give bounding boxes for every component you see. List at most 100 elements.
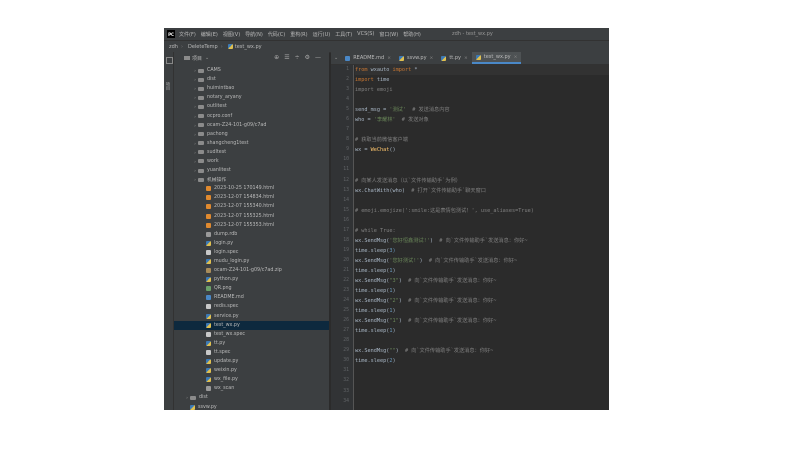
tree-item[interactable]: dump.rdb xyxy=(174,230,329,239)
code-line[interactable]: import time xyxy=(355,75,609,85)
code-line[interactable]: time.sleep(1) xyxy=(355,326,609,336)
menu-item-9[interactable]: 窗口(W) xyxy=(379,31,398,38)
hide-icon[interactable]: — xyxy=(315,54,321,61)
code-line[interactable]: # while True: xyxy=(355,226,609,236)
tree-item[interactable]: › yuanlitest xyxy=(174,166,329,175)
tree-item[interactable]: redis.spec xyxy=(174,302,329,311)
close-icon[interactable]: × xyxy=(464,56,468,61)
code-line[interactable]: from wxauto import * xyxy=(355,65,609,76)
tree-item[interactable]: › shangcheng1test xyxy=(174,139,329,148)
code-line[interactable]: time.sleep(3) xyxy=(355,246,609,256)
tree-item[interactable]: wx_file.py xyxy=(174,375,329,384)
code-line[interactable] xyxy=(355,366,609,376)
breadcrumb-folder[interactable]: DeleteTemp xyxy=(188,44,218,50)
code-line[interactable]: wx = WeChat() xyxy=(355,145,609,155)
tree-item[interactable]: test_wx.py xyxy=(174,320,329,330)
tree-item[interactable]: ocam-Z24-101-g09/c7ad.zip xyxy=(174,266,329,275)
chevron-down-icon[interactable]: ⌄ xyxy=(205,55,209,61)
tree-item[interactable]: › work xyxy=(174,157,329,166)
tree-item[interactable]: login.py xyxy=(174,239,329,248)
tree-item[interactable]: › sudltest xyxy=(174,148,329,157)
tree-item[interactable]: 2023-12-07 155325.html xyxy=(174,212,329,221)
tab-list-chevron-icon[interactable]: ⌄ xyxy=(334,55,338,61)
expand-icon[interactable]: ☰ xyxy=(284,54,289,61)
tree-item[interactable]: python.py xyxy=(174,275,329,284)
project-tool-icon[interactable] xyxy=(166,57,173,64)
breadcrumb-file[interactable]: test_wx.py xyxy=(227,43,262,50)
code-line[interactable] xyxy=(355,376,609,386)
project-tool-label[interactable]: 项目 xyxy=(165,82,171,90)
menu-item-6[interactable]: 运行(U) xyxy=(313,31,331,38)
tree-item[interactable]: tt.spec xyxy=(174,348,329,357)
code-line[interactable] xyxy=(355,336,609,346)
tree-item[interactable]: › dist xyxy=(174,393,329,402)
tree-item[interactable]: 2023-12-07 155353.html xyxy=(174,221,329,230)
collapse-icon[interactable]: ÷ xyxy=(295,54,300,61)
tree-item[interactable]: › pachong xyxy=(174,130,329,139)
tree-item[interactable]: QR.png xyxy=(174,284,329,293)
code-line[interactable]: wx.SendMsg("") # 向`文件传输助手`发送消息：你好~ xyxy=(355,346,609,356)
tree-item[interactable]: wx_scan xyxy=(174,384,329,393)
breadcrumb-project[interactable]: zdh xyxy=(169,44,178,50)
tree-item[interactable]: README.md xyxy=(174,293,329,302)
tree-item[interactable]: ssvw.py xyxy=(174,402,329,410)
code-line[interactable] xyxy=(355,125,609,135)
tree-item[interactable]: tt.py xyxy=(174,339,329,348)
code-line[interactable] xyxy=(355,216,609,226)
tree-item[interactable]: login.spec xyxy=(174,248,329,257)
tree-item[interactable]: weixin.py xyxy=(174,366,329,375)
code-line[interactable]: # emoji.emojize(':smile:这是表情包测试！', use_a… xyxy=(355,206,609,216)
menu-item-7[interactable]: 工具(T) xyxy=(335,31,352,38)
code-line[interactable] xyxy=(355,387,609,397)
code-line[interactable]: wx.SendMsg("2") # 向`文件传输助手`发送消息：你好~ xyxy=(355,296,609,306)
code-line[interactable] xyxy=(355,155,609,165)
code-line[interactable]: wx.ChatWith(who) # 打开`文件传输助手`聊天窗口 xyxy=(355,186,609,196)
tree-item[interactable]: › CAMS xyxy=(174,66,329,75)
tree-item[interactable]: 2023-12-07 155340.html xyxy=(174,202,329,211)
tree-item[interactable]: update.py xyxy=(174,357,329,366)
code-line[interactable]: # 向某人发送消息（以`文件传输助手`为例） xyxy=(355,176,609,186)
tab-tt-py[interactable]: tt.py × xyxy=(437,52,471,64)
menu-item-0[interactable]: 文件(F) xyxy=(179,31,196,38)
code-line[interactable]: time.sleep(1) xyxy=(355,286,609,296)
code-line[interactable] xyxy=(355,165,609,175)
tree-item[interactable]: › outlitest xyxy=(174,102,329,111)
close-icon[interactable]: × xyxy=(514,55,518,60)
code-line[interactable]: time.sleep(1) xyxy=(355,266,609,276)
close-icon[interactable]: × xyxy=(387,56,391,61)
code-line[interactable] xyxy=(355,95,609,105)
tab-test_wx-py[interactable]: test_wx.py × xyxy=(471,52,522,64)
menu-item-8[interactable]: VCS(S) xyxy=(357,31,374,38)
code-line[interactable]: who = '李耀林' # 发送对象 xyxy=(355,115,609,125)
gear-icon[interactable]: ⚙ xyxy=(305,54,310,61)
menu-item-4[interactable]: 代码(C) xyxy=(268,31,285,38)
menu-item-10[interactable]: 帮助(H) xyxy=(403,31,421,38)
menu-item-5[interactable]: 重构(R) xyxy=(290,31,307,38)
locate-icon[interactable]: ⊕ xyxy=(274,54,279,61)
menu-item-2[interactable]: 视图(V) xyxy=(223,31,240,38)
code-line[interactable]: # 获取当前微信客户端 xyxy=(355,135,609,145)
close-icon[interactable]: × xyxy=(430,56,434,61)
tree-item[interactable]: service.py xyxy=(174,312,329,321)
tree-item[interactable]: 2023-12-07 154834.html xyxy=(174,193,329,202)
tree-item[interactable]: › dist xyxy=(174,75,329,84)
code-line[interactable]: time.sleep(1) xyxy=(355,306,609,316)
menu-item-1[interactable]: 编辑(E) xyxy=(201,31,218,38)
tree-item[interactable]: mudu_login.py xyxy=(174,257,329,266)
code-line[interactable]: time.sleep(2) xyxy=(355,356,609,366)
code-line[interactable] xyxy=(355,397,609,407)
tree-item[interactable]: › huimintbao xyxy=(174,84,329,93)
tree-item[interactable]: › 机械操作 xyxy=(174,175,329,184)
tree-item[interactable]: › notary_aryany xyxy=(174,93,329,102)
code-line[interactable]: send_msg = '测试' # 发送消息内容 xyxy=(355,105,609,115)
code-line[interactable]: wx.SendMsg('您好恒鑫测试!') # 向`文件传输助手`发送消息：你好… xyxy=(355,236,609,246)
tab-ssvw-py[interactable]: ssvw.py × xyxy=(395,52,437,64)
tree-item[interactable]: test_wx.spec xyxy=(174,330,329,339)
tree-item[interactable]: › ocam-Z24-101-g09/c7ad xyxy=(174,121,329,130)
tree-item[interactable]: › ocpro.conf xyxy=(174,111,329,120)
tab-readme-md[interactable]: README.md × xyxy=(341,52,395,64)
tree-item[interactable]: 2023-10-25 170149.html xyxy=(174,184,329,193)
project-panel-title[interactable]: 项目 xyxy=(192,55,202,62)
code-line[interactable]: wx.SendMsg("3") # 向`文件传输助手`发送消息：你好~ xyxy=(355,276,609,286)
code-line[interactable]: import emoji xyxy=(355,85,609,95)
